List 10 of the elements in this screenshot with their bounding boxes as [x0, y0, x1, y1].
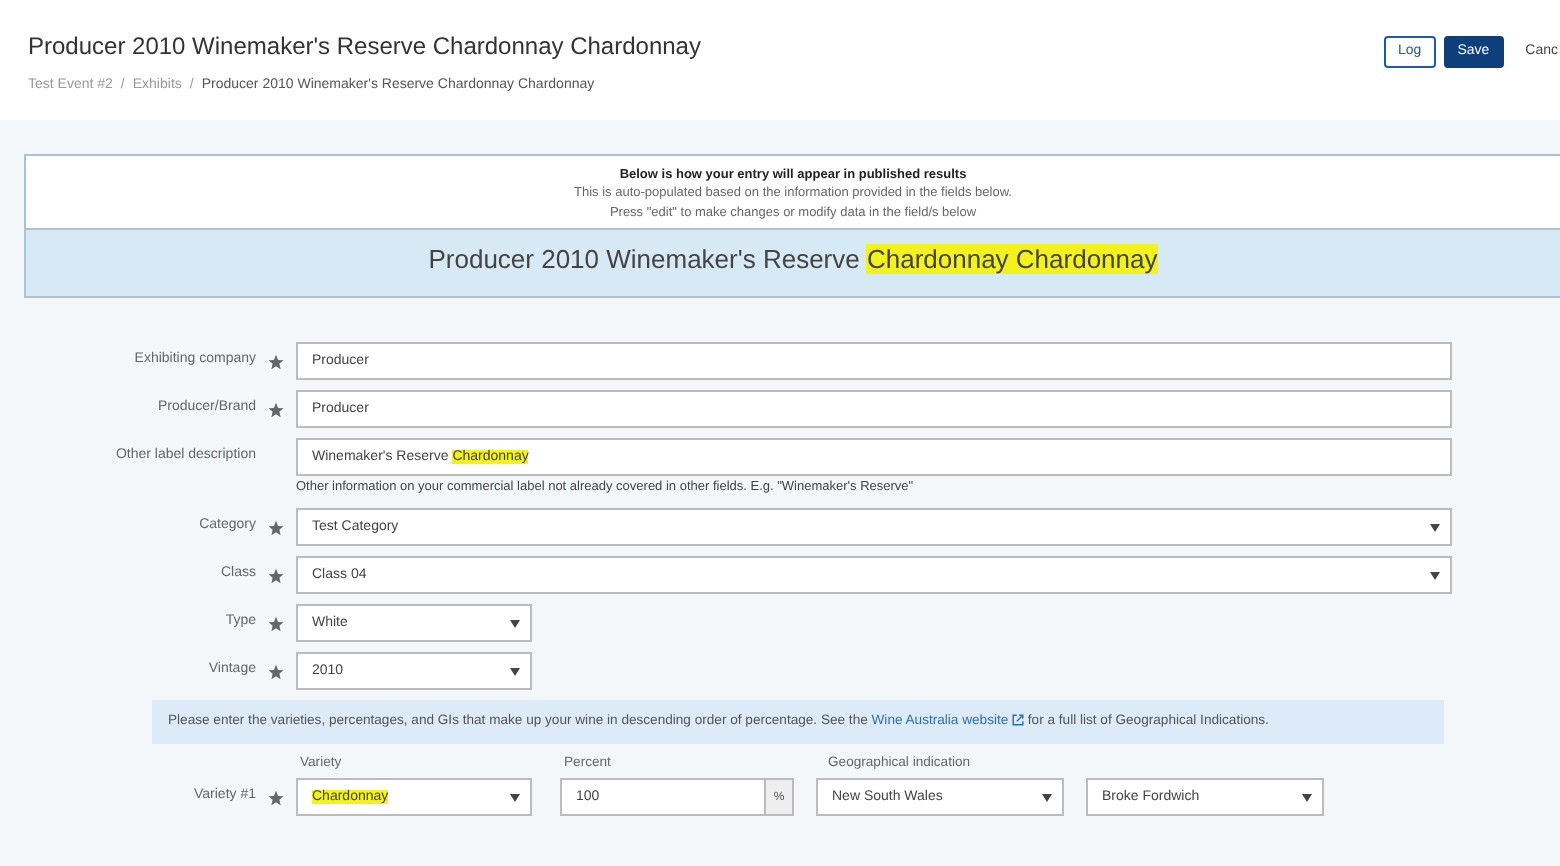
dropdown-caret-icon [1430, 571, 1440, 580]
dropdown-caret-icon [1302, 793, 1312, 802]
dropdown-caret-icon [1430, 523, 1440, 532]
external-link-icon [1012, 713, 1025, 726]
page-title: Producer 2010 Winemaker's Reserve Chardonnay Chardonnay [28, 30, 701, 64]
dropdown-caret-icon [510, 667, 520, 676]
preview-title: Producer 2010 Winemaker's Reserve Chardonnay Chardonnay [26, 228, 1560, 296]
dropdown-caret-icon [510, 793, 520, 802]
dropdown-caret-icon [510, 619, 520, 628]
dropdown-caret-icon [1042, 793, 1052, 802]
